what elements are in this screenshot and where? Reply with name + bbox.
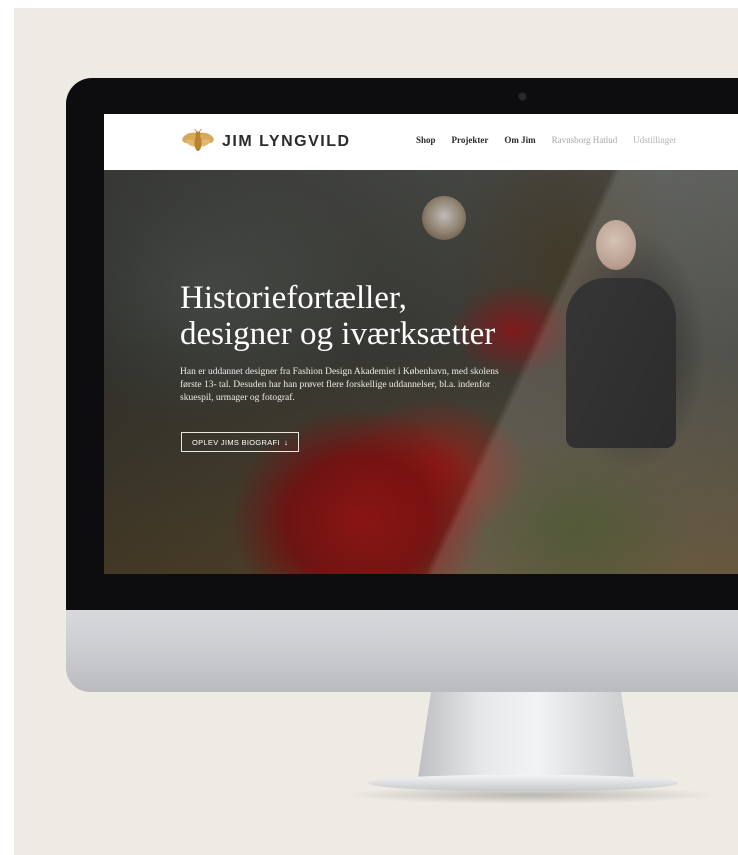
hero-section: Historiefortæller, designer og iværksætt… (104, 170, 738, 574)
nav-item-udstillinger[interactable]: Udstillinger (633, 135, 676, 145)
biography-button-label: OPLEV JIMS BIOGRAFI (192, 437, 280, 447)
monitor-chin (66, 610, 738, 692)
nav-item-shop[interactable]: Shop (416, 135, 436, 145)
nav-item-ravnsborg[interactable]: Ravnsborg Hatlud (552, 135, 618, 145)
camera-icon (518, 92, 527, 101)
hero-description: Han er uddannet designer fra Fashion Des… (180, 367, 499, 403)
biography-button[interactable]: OPLEV JIMS BIOGRAFI ↓ (181, 432, 300, 452)
nav-item-projekter[interactable]: Projekter (452, 135, 489, 145)
main-nav: Shop Projekter Om Jim Ravnsborg Hatlud U… (416, 135, 676, 145)
monitor-stand-base (368, 775, 678, 791)
brand-name: JIM LYNGVILD (222, 133, 351, 150)
hero-title-line-1: Historiefortæller, (180, 280, 407, 316)
monitor-screen: JIM LYNGVILD Shop Projekter Om Jim Ravns… (104, 114, 738, 574)
monitor-stand (418, 692, 634, 778)
bee-icon (182, 128, 214, 151)
site-header: JIM LYNGVILD Shop Projekter Om Jim Ravns… (104, 114, 738, 170)
hero-title-line-2: designer og iværksætter (180, 316, 496, 352)
hero-title: Historiefortæller, designer og iværksætt… (180, 280, 560, 352)
arrow-down-icon: ↓ (283, 437, 289, 447)
site-logo[interactable]: JIM LYNGVILD (182, 128, 351, 156)
imac-monitor: JIM LYNGVILD Shop Projekter Om Jim Ravns… (66, 78, 738, 692)
nav-item-om-jim[interactable]: Om Jim (504, 135, 535, 145)
